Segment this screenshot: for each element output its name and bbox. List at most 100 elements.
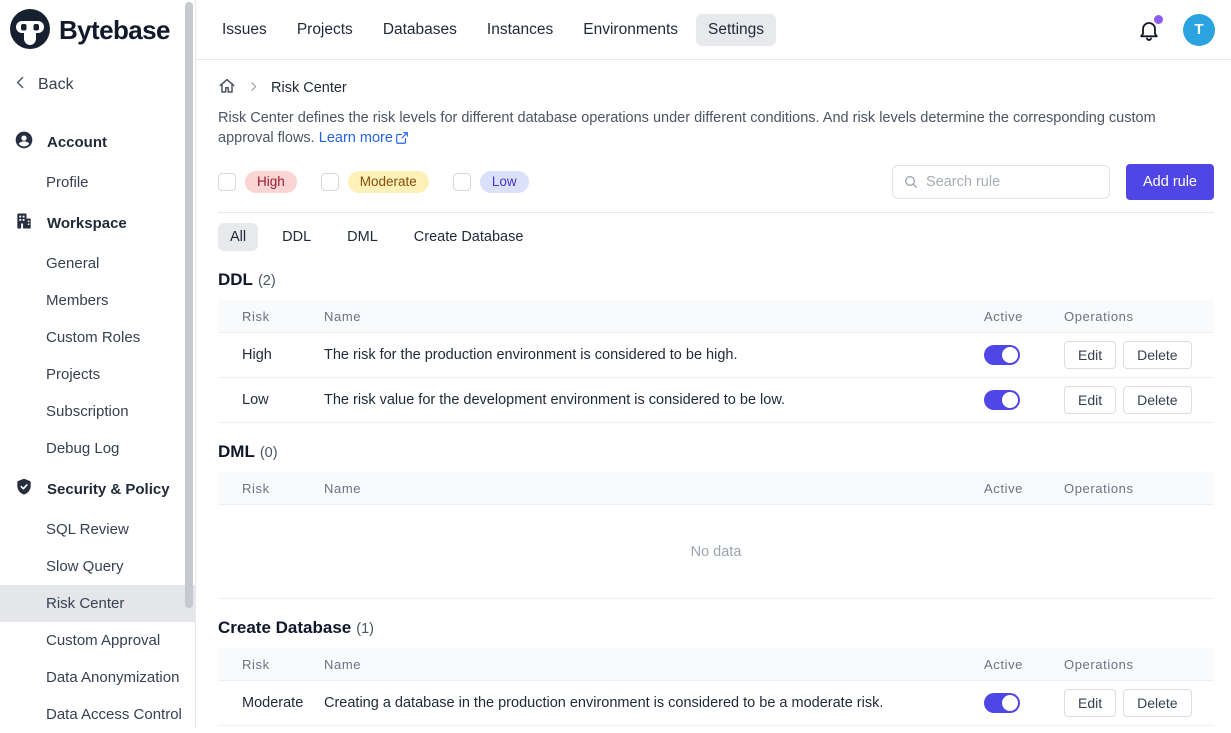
nav-item-settings[interactable]: Settings bbox=[696, 14, 776, 46]
filter-divider bbox=[218, 212, 1214, 213]
sidebar-item-custom-approval[interactable]: Custom Approval bbox=[0, 622, 195, 659]
search-box bbox=[892, 165, 1110, 199]
section-count: (1) bbox=[356, 621, 374, 637]
sidebar-item-data-access-control[interactable]: Data Access Control bbox=[0, 696, 195, 733]
sidebar-item-slow-query[interactable]: Slow Query bbox=[0, 548, 195, 585]
active-toggle[interactable] bbox=[984, 390, 1020, 410]
nav-item-projects[interactable]: Projects bbox=[285, 14, 365, 46]
sidebar-item-members[interactable]: Members bbox=[0, 282, 195, 319]
home-icon[interactable] bbox=[218, 77, 236, 99]
nav-item-environments[interactable]: Environments bbox=[571, 14, 690, 46]
learn-more-link[interactable]: Learn more bbox=[319, 128, 409, 148]
sidebar-item-sql-review[interactable]: SQL Review bbox=[0, 511, 195, 548]
operations-cell: Edit Delete bbox=[1064, 341, 1214, 369]
section-header: DML (0) bbox=[218, 442, 1214, 462]
delete-button[interactable]: Delete bbox=[1123, 689, 1191, 717]
nav-item-instances[interactable]: Instances bbox=[475, 14, 565, 46]
column-header-active: Active bbox=[984, 309, 1064, 324]
bytebase-logo[interactable]: Bytebase bbox=[0, 0, 195, 52]
sidebar-item-debug-log[interactable]: Debug Log bbox=[0, 430, 195, 467]
shield-check-icon bbox=[14, 477, 34, 501]
notifications-button[interactable] bbox=[1137, 18, 1161, 42]
active-cell bbox=[984, 693, 1064, 713]
bytebase-logo-icon bbox=[10, 9, 50, 52]
tab-dml[interactable]: DML bbox=[335, 223, 390, 251]
column-header-operations: Operations bbox=[1064, 309, 1214, 324]
breadcrumb-chevron-icon bbox=[247, 80, 260, 97]
section-header: Create Database (1) bbox=[218, 618, 1214, 638]
search-icon bbox=[903, 174, 919, 190]
toggle-knob bbox=[1002, 392, 1018, 408]
edit-button[interactable]: Edit bbox=[1064, 341, 1116, 369]
column-header-risk: Risk bbox=[218, 481, 324, 496]
sidebar-item-projects[interactable]: Projects bbox=[0, 356, 195, 393]
top-navigation-bar: Issues Projects Databases Instances Envi… bbox=[196, 0, 1231, 60]
name-cell: The risk value for the development envir… bbox=[324, 392, 984, 408]
high-badge: High bbox=[245, 171, 297, 193]
column-header-active: Active bbox=[984, 657, 1064, 672]
section-title: Create Database bbox=[218, 618, 351, 638]
nav-item-issues[interactable]: Issues bbox=[210, 14, 279, 46]
operations-cell: Edit Delete bbox=[1064, 386, 1214, 414]
back-button[interactable]: Back bbox=[0, 52, 195, 96]
sidebar-item-general[interactable]: General bbox=[0, 245, 195, 282]
active-cell bbox=[984, 345, 1064, 365]
dml-rule-table: Risk Name Active Operations No data bbox=[218, 472, 1214, 599]
avatar[interactable]: T bbox=[1183, 14, 1215, 46]
column-header-risk: Risk bbox=[218, 657, 324, 672]
edit-button[interactable]: Edit bbox=[1064, 386, 1116, 414]
back-label: Back bbox=[38, 76, 74, 94]
high-checkbox[interactable] bbox=[218, 173, 236, 191]
empty-state: No data bbox=[218, 505, 1214, 599]
section-create-database: Create Database (1) Risk Name Active Ope… bbox=[218, 618, 1214, 726]
search-input[interactable] bbox=[926, 174, 1099, 190]
table-header-row: Risk Name Active Operations bbox=[218, 472, 1214, 505]
user-circle-icon bbox=[14, 130, 34, 154]
column-header-name: Name bbox=[324, 481, 984, 496]
tab-all[interactable]: All bbox=[218, 223, 258, 251]
table-header-row: Risk Name Active Operations bbox=[218, 300, 1214, 333]
create-database-rule-table: Risk Name Active Operations Moderate Cre… bbox=[218, 648, 1214, 726]
external-link-icon bbox=[395, 131, 409, 145]
risk-filter-moderate: Moderate bbox=[321, 171, 429, 193]
category-tabs: All DDL DML Create Database bbox=[218, 223, 1214, 251]
top-nav: Issues Projects Databases Instances Envi… bbox=[210, 14, 776, 46]
active-toggle[interactable] bbox=[984, 345, 1020, 365]
filter-row: High Moderate Low Add rule bbox=[218, 164, 1214, 200]
section-dml: DML (0) Risk Name Active Operations No d… bbox=[218, 442, 1214, 599]
section-ddl: DDL (2) Risk Name Active Operations High… bbox=[218, 270, 1214, 423]
sidebar-item-risk-center[interactable]: Risk Center bbox=[0, 585, 195, 622]
sidebar-item-profile[interactable]: Profile bbox=[0, 164, 195, 201]
brand-name: Bytebase bbox=[59, 15, 170, 46]
sidebar-group-security-policy[interactable]: Security & Policy bbox=[0, 467, 195, 511]
table-header-row: Risk Name Active Operations bbox=[218, 648, 1214, 681]
add-rule-button[interactable]: Add rule bbox=[1126, 164, 1214, 200]
delete-button[interactable]: Delete bbox=[1123, 341, 1191, 369]
sidebar-group-workspace[interactable]: Workspace bbox=[0, 201, 195, 245]
sidebar-group-account[interactable]: Account bbox=[0, 120, 195, 164]
learn-more-label: Learn more bbox=[319, 128, 393, 148]
delete-button[interactable]: Delete bbox=[1123, 386, 1191, 414]
table-row: High The risk for the production environ… bbox=[218, 333, 1214, 378]
low-checkbox[interactable] bbox=[453, 173, 471, 191]
toggle-knob bbox=[1002, 347, 1018, 363]
moderate-checkbox[interactable] bbox=[321, 173, 339, 191]
chevron-left-icon bbox=[12, 74, 29, 96]
tab-create-database[interactable]: Create Database bbox=[402, 223, 536, 251]
sidebar-item-subscription[interactable]: Subscription bbox=[0, 393, 195, 430]
active-toggle[interactable] bbox=[984, 693, 1020, 713]
tab-ddl[interactable]: DDL bbox=[270, 223, 323, 251]
page-content: Risk Center Risk Center defines the risk… bbox=[196, 60, 1231, 726]
section-title: DDL bbox=[218, 270, 253, 290]
sidebar-scrollbar[interactable] bbox=[185, 2, 193, 608]
sidebar-item-data-anonymization[interactable]: Data Anonymization bbox=[0, 659, 195, 696]
column-header-name: Name bbox=[324, 309, 984, 324]
sidebar-group-label: Security & Policy bbox=[47, 481, 170, 498]
notification-dot bbox=[1154, 15, 1163, 24]
edit-button[interactable]: Edit bbox=[1064, 689, 1116, 717]
nav-item-databases[interactable]: Databases bbox=[371, 14, 469, 46]
page-description: Risk Center defines the risk levels for … bbox=[218, 108, 1210, 148]
section-count: (2) bbox=[258, 273, 276, 289]
sidebar-item-custom-roles[interactable]: Custom Roles bbox=[0, 319, 195, 356]
sidebar-group-label: Workspace bbox=[47, 215, 127, 232]
